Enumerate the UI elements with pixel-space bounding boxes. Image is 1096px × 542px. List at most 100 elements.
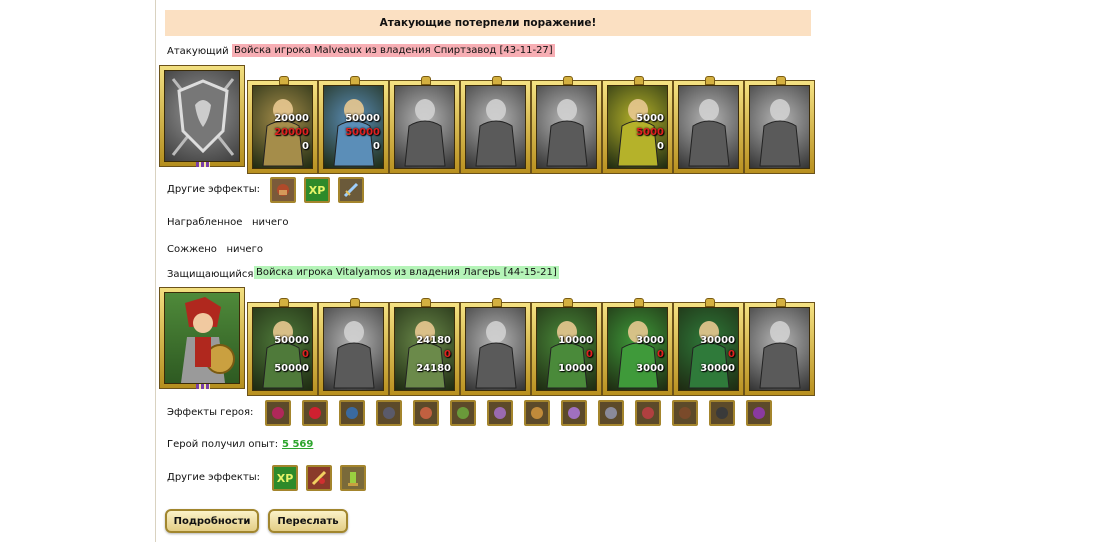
unit-stack-count: 20000: [274, 113, 309, 124]
chest-icon[interactable]: [265, 400, 291, 426]
unit-left-count: 0: [302, 141, 309, 152]
unit-dwarf[interactable]: 20000 20000 0: [247, 76, 318, 174]
tower-icon[interactable]: [340, 465, 366, 491]
forward-button[interactable]: Переслать: [268, 509, 348, 533]
unit-left-count: 10000: [558, 363, 593, 374]
hero-exp-label: Герой получил опыт:: [167, 439, 279, 450]
unit-lost-count: 50000: [345, 127, 380, 138]
unit-ranger[interactable]: 30000 0 30000: [673, 298, 744, 396]
armor-icon[interactable]: [376, 400, 402, 426]
hammer-icon[interactable]: [598, 400, 624, 426]
unit-stack-count: 3000: [636, 335, 664, 346]
sword-icon[interactable]: [306, 465, 332, 491]
unit-left-count: 50000: [274, 363, 309, 374]
unit-portrait: [678, 85, 739, 169]
unit-druid[interactable]: 3000 0 3000: [602, 298, 673, 396]
unit-portrait: [394, 85, 455, 169]
attacker-other-effects: XP: [270, 177, 364, 203]
unit-dwarf-warrior[interactable]: 50000 0 50000: [247, 298, 318, 396]
unit-left-count: 24180: [416, 363, 451, 374]
attacker-other-effects-label: Другие эффекты:: [167, 184, 261, 195]
unit-portrait: 10000 0 10000: [536, 307, 597, 391]
unit-knight[interactable]: [389, 76, 460, 174]
unit-stack-count: 50000: [274, 335, 309, 346]
unit-stack-count: 24180: [416, 335, 451, 346]
unit-lost-count: 5000: [636, 127, 664, 138]
unit-monk[interactable]: 5000 5000 0: [602, 76, 673, 174]
unit-portrait: 50000 50000 0: [323, 85, 384, 169]
unit-stack-count: 10000: [558, 335, 593, 346]
unit-left-count: 3000: [636, 363, 664, 374]
horn-icon[interactable]: [413, 400, 439, 426]
unit-griffin[interactable]: [460, 76, 531, 174]
defender-label: Защищающийся: [167, 269, 254, 280]
looted-value: ничего: [251, 217, 289, 228]
helmet-icon[interactable]: [270, 177, 296, 203]
wings-icon[interactable]: [487, 400, 513, 426]
defender-other-effects: XP: [272, 465, 366, 491]
hero-exp-value[interactable]: 5 569: [282, 439, 313, 450]
unit-stack-count: 30000: [700, 335, 735, 346]
attacker-hero-portrait[interactable]: [159, 65, 245, 167]
unit-portrait: [465, 85, 526, 169]
unit-dark-knight[interactable]: [318, 298, 389, 396]
defender-units: 50000 0 50000 24180 0 24180 10000 0 10000 3000 0 30…: [247, 298, 815, 396]
heart-icon[interactable]: [302, 400, 328, 426]
unit-portrait: [749, 307, 810, 391]
candles-icon[interactable]: [524, 400, 550, 426]
unit-portrait: 5000 5000 0: [607, 85, 668, 169]
unit-left-count: 30000: [700, 363, 735, 374]
unit-stack-count: 5000: [636, 113, 664, 124]
unit-left-count: 0: [657, 141, 664, 152]
unit-portrait: 3000 0 3000: [607, 307, 668, 391]
unit-portrait: 20000 20000 0: [252, 85, 313, 169]
unit-lost-count: 0: [302, 349, 309, 360]
spider-icon[interactable]: [635, 400, 661, 426]
unit-champion[interactable]: [744, 76, 815, 174]
ring-icon[interactable]: [561, 400, 587, 426]
unit-lost-count: 0: [586, 349, 593, 360]
left-divider: [155, 0, 156, 542]
attacker-label: Атакующий: [167, 46, 229, 57]
cloak-icon[interactable]: [709, 400, 735, 426]
unit-portrait: [465, 307, 526, 391]
xp-icon[interactable]: XP: [304, 177, 330, 203]
attacker-units: 20000 20000 0 50000 50000 0 5000 5000 0: [247, 76, 815, 174]
unit-portrait: 30000 0 30000: [678, 307, 739, 391]
unit-stack-count: 50000: [345, 113, 380, 124]
burned-value: ничего: [226, 244, 263, 255]
potion-icon[interactable]: [450, 400, 476, 426]
shield-icon[interactable]: [339, 400, 365, 426]
scroll-icon[interactable]: [672, 400, 698, 426]
unit-portrait: 50000 0 50000: [252, 307, 313, 391]
defender-army: Войска игрока Vitalyamos из владения Лаг…: [254, 266, 559, 279]
looted-label: Награбленное: [167, 217, 243, 228]
unit-elf-archer[interactable]: 10000 0 10000: [531, 298, 602, 396]
unit-swordsman[interactable]: [673, 76, 744, 174]
elf-hero-icon: [181, 297, 235, 383]
details-button[interactable]: Подробности: [165, 509, 259, 533]
unit-elf-spearman[interactable]: 24180 0 24180: [389, 298, 460, 396]
unit-crossbowman[interactable]: [531, 76, 602, 174]
defender-hero-portrait[interactable]: [159, 287, 245, 389]
battle-result-banner: Атакующие потерпели поражение!: [165, 10, 811, 36]
unit-portrait: [536, 85, 597, 169]
unit-lost-count: 0: [444, 349, 451, 360]
unit-gargoyle[interactable]: [460, 298, 531, 396]
attacker-army: Войска игрока Malveaux из владения Спирт…: [232, 44, 555, 57]
shield-crest-icon: [171, 78, 235, 156]
unit-left-count: 0: [373, 141, 380, 152]
swords-icon[interactable]: [746, 400, 772, 426]
xp-icon[interactable]: XP: [272, 465, 298, 491]
unit-lost-count: 0: [657, 349, 664, 360]
unit-portrait: [749, 85, 810, 169]
unit-lost-count: 20000: [274, 127, 309, 138]
hero-effects-label: Эффекты героя:: [167, 407, 254, 418]
unit-treant[interactable]: [744, 298, 815, 396]
hero-effects: [265, 400, 772, 426]
sword-icon[interactable]: [338, 177, 364, 203]
unit-portrait: 24180 0 24180: [394, 307, 455, 391]
unit-lost-count: 0: [728, 349, 735, 360]
defender-other-effects-label: Другие эффекты:: [167, 472, 261, 483]
unit-paladin[interactable]: 50000 50000 0: [318, 76, 389, 174]
